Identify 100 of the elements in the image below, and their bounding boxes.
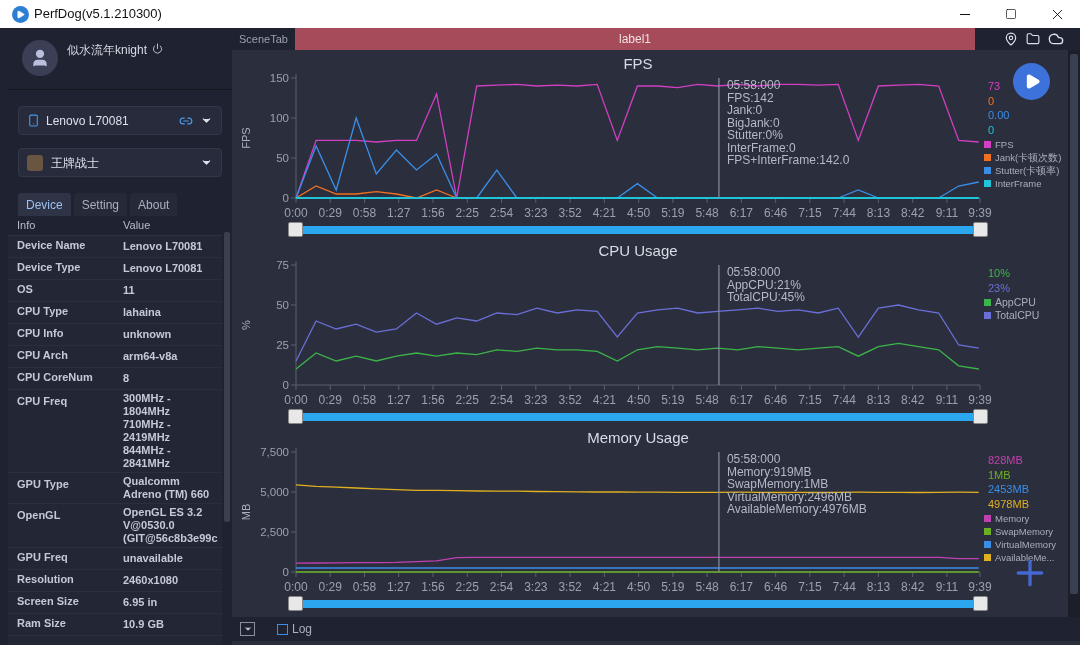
legend-label: FPS	[995, 139, 1014, 150]
table-cell-text: Qualcomm Adreno (TM) 660	[122, 475, 210, 501]
current-value: 4978MB	[988, 497, 1029, 510]
cloud-icon[interactable]	[1048, 31, 1064, 47]
table-cell-text: 11	[122, 284, 135, 297]
axis-tick-label: 7:44	[832, 580, 856, 594]
axis-tick-label: 3:52	[558, 580, 582, 594]
tooltip-text: VirtualMemory:2496MB	[726, 489, 853, 504]
current-value: 0	[988, 94, 995, 107]
table-cell-text: GPU Freq	[16, 550, 69, 564]
axis-tick-label: 2:54	[489, 393, 514, 407]
axis-tick-label: 6:17	[729, 580, 754, 594]
tooltip-text: BigJank:0	[726, 115, 780, 130]
axis-tick-label: 50	[276, 152, 289, 164]
range-slider[interactable]	[288, 596, 988, 611]
scrollbar[interactable]	[222, 216, 232, 645]
tab[interactable]: Device	[18, 193, 71, 216]
slider-handle[interactable]	[288, 409, 303, 424]
tab[interactable]: Setting	[73, 193, 128, 216]
tooltip-text: FPS:142	[726, 90, 774, 105]
axis-tick-label: 0	[282, 192, 289, 204]
axis-tick-label: 8:42	[901, 206, 925, 220]
table-cell-text: 2460x1080	[122, 574, 179, 587]
axis-tick-label: 4:21	[592, 393, 616, 407]
axis-tick-label: 5:19	[661, 580, 685, 594]
power-icon[interactable]	[152, 43, 164, 54]
axis-tick-label: 1:56	[421, 580, 445, 594]
legend-label: Stutter(卡顿率)	[995, 165, 1060, 176]
table-cell-text: CPU Freq	[16, 394, 69, 408]
legend-label: TotalCPU	[995, 309, 1040, 321]
legend-label: SwapMemory	[995, 526, 1054, 537]
axis-tick-label: 7:15	[798, 580, 822, 594]
app-dropdown[interactable]: 王牌战士	[18, 148, 222, 177]
folder-icon[interactable]	[1026, 32, 1040, 46]
axis-tick-label: 1:27	[387, 580, 411, 594]
slider-handle[interactable]	[973, 596, 988, 611]
axis-tick-label: 8:42	[901, 393, 925, 407]
axis-tick-label: 4:21	[592, 580, 616, 594]
table-cell-text: CPU Type	[16, 304, 70, 318]
axis-tick-label: 0:58	[352, 580, 377, 594]
current-value: 73	[988, 80, 1001, 92]
axis-tick-label: 0:29	[318, 580, 342, 594]
axis-tick-label: 8:13	[866, 393, 891, 407]
log-checkbox[interactable]	[277, 623, 288, 635]
axis-tick-label: 7:15	[798, 206, 822, 220]
table-cell-text: Screen Size	[16, 594, 80, 608]
table-cell-text: arm64-v8a	[122, 350, 178, 363]
axis-tick-label: 7:44	[832, 393, 856, 407]
tooltip-text: 05:58:000	[726, 265, 781, 279]
axis-tick-label: 0:29	[318, 393, 342, 407]
axis-tick-label: 7:44	[832, 206, 856, 220]
current-value: 10%	[988, 267, 1011, 279]
current-value: 2453MB	[988, 483, 1029, 495]
table-cell-text: OpenGL	[16, 508, 62, 522]
play-icon	[16, 9, 25, 19]
range-slider[interactable]	[288, 409, 988, 424]
tooltip-text: AppCPU:21%	[726, 277, 801, 292]
axis-tick-label: 5,000	[260, 486, 289, 498]
axis-tick-label: 2:25	[455, 393, 479, 407]
axis-tick-label: 4:50	[626, 393, 651, 407]
axis-tick-label: 9:39	[968, 580, 992, 594]
tooltip-text: InterFrame:0	[726, 140, 796, 155]
table-cell-text: Lenovo L70081	[122, 240, 203, 253]
location-pin-icon[interactable]	[1004, 32, 1018, 46]
range-slider[interactable]	[288, 222, 988, 237]
slider-handle[interactable]	[288, 596, 303, 611]
slider-handle[interactable]	[973, 409, 988, 424]
slider-handle[interactable]	[973, 222, 988, 237]
device-dropdown[interactable]: Lenovo L70081	[18, 106, 222, 135]
scrollbar[interactable]	[1068, 50, 1080, 617]
axis-tick-label: 5:48	[695, 580, 719, 594]
minimize-icon	[960, 13, 970, 15]
axis-tick-label: 6:46	[763, 393, 788, 407]
axis-tick-label: 0:00	[284, 580, 308, 594]
maximize-icon	[1005, 8, 1017, 20]
axis-tick-label: 3:52	[558, 393, 582, 407]
axis-tick-label: 0:58	[352, 206, 377, 220]
slider-handle[interactable]	[288, 222, 303, 237]
avatar-icon[interactable]	[22, 40, 58, 76]
axis-tick-label: 5:19	[661, 393, 685, 407]
table-cell-text: CPU CoreNum	[16, 370, 94, 384]
tab[interactable]: About	[130, 193, 178, 216]
axis-tick-label: 3:23	[524, 206, 548, 220]
tooltip-text: 05:58:000	[726, 452, 781, 466]
window-title: PerfDog(v5.1.210300)	[34, 5, 162, 24]
current-value: 0	[988, 123, 995, 136]
scene-marker[interactable]: label1	[295, 28, 975, 50]
axis-tick-label: 5:48	[695, 206, 719, 220]
play-button[interactable]	[1013, 63, 1050, 100]
axis-tick-label: 8:42	[901, 580, 925, 594]
axis-tick-label: 5:48	[695, 393, 719, 407]
legend-label: AppCPU	[995, 296, 1036, 308]
legend-label: AvailableMe...	[995, 552, 1055, 563]
collapse-button[interactable]	[240, 622, 255, 636]
table-cell-text: lahaina	[122, 306, 161, 319]
chart-title: Memory Usage	[587, 429, 689, 446]
column-header: Value	[122, 219, 151, 232]
legend-label: Memory	[995, 513, 1030, 524]
table-cell-text: Lenovo L70081	[122, 262, 203, 275]
axis-tick-label: 150	[269, 72, 289, 84]
